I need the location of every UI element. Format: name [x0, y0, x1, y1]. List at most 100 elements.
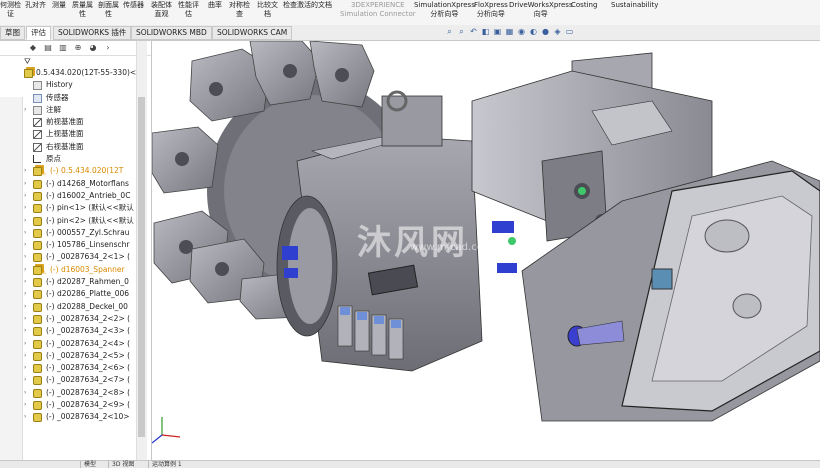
expand-arrow-icon[interactable]: › [24, 411, 26, 423]
tree-item[interactable]: › (-) _00287634_2<1> ( [0, 251, 151, 263]
ribbon-button-2[interactable]: 测量 [52, 1, 66, 10]
graphics-area[interactable]: 沐风网 www.mfcad.com [152, 41, 820, 460]
ribbon-button-7[interactable]: 性能评 估 [178, 1, 199, 19]
tree-item[interactable]: 上视基准面 [0, 128, 151, 140]
tab-sketch[interactable]: 草图 [0, 26, 25, 40]
tree-item[interactable]: › 注解 [0, 104, 151, 116]
tree-item[interactable]: 原点 [0, 153, 151, 165]
part-icon [33, 241, 42, 251]
ribbon-button-simulation-connector[interactable]: 3DEXPERIENCE Simulation Connector [340, 1, 416, 19]
ribbon-button-right-0[interactable]: SimulationXpress 分析向导 [414, 1, 475, 19]
ribbon-button-0[interactable]: 何测检 证 [0, 1, 21, 19]
tree-item[interactable]: › (-) _00287634_2<6> ( [0, 362, 151, 374]
tree-item[interactable]: › (-) d16002_Antrieb_0C [0, 190, 151, 202]
display-manager-tab-icon[interactable]: ◕ [88, 43, 98, 53]
view-settings-icon[interactable]: ▭ [565, 27, 574, 36]
tree-item[interactable]: › (-) _00287634_2<5> ( [0, 350, 151, 362]
display-style-icon[interactable]: ◉ [517, 27, 526, 36]
expand-arrow-icon[interactable]: › [24, 202, 26, 214]
expand-arrow-icon[interactable]: › [24, 338, 26, 350]
ribbon-button-right-1[interactable]: FloXpress 分析向导 [474, 1, 508, 19]
expand-arrow-icon[interactable]: › [24, 325, 26, 337]
tree-item[interactable]: › (-) _00287634_2<7> ( [0, 374, 151, 386]
expand-arrow-icon[interactable]: › [24, 239, 26, 251]
feature-manager-tab-icon[interactable]: ◆ [28, 43, 38, 53]
ribbon-button-right-2[interactable]: DriveWorksXpress 向导 [509, 1, 573, 19]
tree-item[interactable]: › (-) pin<1> (默认<<默认 [0, 202, 151, 214]
expand-arrow-icon[interactable]: › [24, 251, 26, 263]
expand-arrow-icon[interactable]: › [24, 313, 26, 325]
expand-arrow-icon[interactable]: › [24, 178, 26, 190]
tree-item[interactable]: 传感器 [0, 92, 151, 104]
tree-root[interactable]: 0.5.434.020(12T-55-330)< [0, 67, 151, 79]
tree-item[interactable]: History [0, 79, 151, 91]
tree-item[interactable]: › ⚠ (-) 0.5.434.020(12T [0, 165, 151, 177]
expand-arrow-icon[interactable]: › [24, 190, 26, 202]
tab-solidworks-cam[interactable]: SOLIDWORKS CAM [212, 26, 293, 40]
tree-item[interactable]: › (-) _00287634_2<9> ( [0, 399, 151, 411]
tree-item[interactable]: › (-) d20288_Deckel_00 [0, 301, 151, 313]
ribbon-button-11[interactable]: 检查激活的文档 [283, 1, 332, 10]
view-orientation-icon[interactable]: ▦ [505, 27, 514, 36]
property-manager-tab-icon[interactable]: ▤ [43, 43, 53, 53]
expand-arrow-icon[interactable]: › [24, 350, 26, 362]
annotation-icon [33, 105, 42, 115]
expand-arrow-icon[interactable]: › [24, 387, 26, 399]
part-icon [33, 228, 42, 238]
expand-arrow-icon[interactable]: › [24, 399, 26, 411]
expand-arrow-icon[interactable]: › [24, 374, 26, 386]
scenes-icon[interactable]: ◈ [553, 27, 562, 36]
tree-item[interactable]: › (-) d20286_Platte_006 [0, 288, 151, 300]
tree-item-label: (-) _00287634_2<8> ( [46, 387, 131, 397]
tree-item[interactable]: › (-) d20287_Rahmen_0 [0, 276, 151, 288]
tree-item[interactable]: › (-) _00287634_2<4> ( [0, 338, 151, 350]
expand-arrow-icon[interactable]: › [24, 104, 26, 116]
tree-item[interactable]: › (-) 000557_Zyl.Schrau [0, 227, 151, 239]
ribbon-button-6[interactable]: 装配体 直观 [151, 1, 172, 19]
tree-item[interactable]: › (-) _00287634_2<2> ( [0, 313, 151, 325]
tree-item[interactable]: › (-) pin<2> (默认<<默认 [0, 215, 151, 227]
dim-expert-tab-icon[interactable]: ⊕ [73, 43, 83, 53]
configuration-manager-tab-icon[interactable]: ▥ [58, 43, 68, 53]
tree-item[interactable]: › (-) _00287634_2<3> ( [0, 325, 151, 337]
expand-arrow-icon[interactable]: › [24, 288, 26, 300]
section-view-icon[interactable]: ◧ [481, 27, 490, 36]
ribbon-button-right-3[interactable]: Costing [571, 1, 597, 10]
ribbon-button-3[interactable]: 质量属 性 [72, 1, 93, 19]
tree-item[interactable]: › (-) 105786_Linsenschr [0, 239, 151, 251]
tree-item[interactable]: › (-) d14268_Motorflans [0, 178, 151, 190]
tab-solidworks-addins[interactable]: SOLIDWORKS 插件 [53, 26, 132, 40]
ribbon-button-9[interactable]: 对称检 查 [229, 1, 250, 19]
panel-next-arrow-icon[interactable]: › [103, 43, 113, 53]
expand-arrow-icon[interactable]: › [24, 227, 26, 239]
tree-item[interactable]: 右视基准面 [0, 141, 151, 153]
ribbon-button-8[interactable]: 曲率 [208, 1, 222, 10]
tree-scrollbar[interactable] [136, 41, 147, 460]
dynamic-annotation-icon[interactable]: ▣ [493, 27, 502, 36]
tree-item[interactable]: › ⚠ (-) d16003_Spanner [0, 264, 151, 276]
expand-arrow-icon[interactable]: › [24, 264, 26, 276]
zoom-area-icon[interactable]: ⌕ [457, 27, 466, 36]
hide-show-icon[interactable]: ◐ [529, 27, 538, 36]
ribbon-button-1[interactable]: 孔对齐 [25, 1, 46, 10]
previous-view-icon[interactable]: ↶ [469, 27, 478, 36]
tree-item[interactable]: › (-) _00287634_2<8> ( [0, 387, 151, 399]
edit-appearance-icon[interactable]: ● [541, 27, 550, 36]
expand-arrow-icon[interactable]: › [24, 215, 26, 227]
expand-arrow-icon[interactable]: › [24, 276, 26, 288]
tree-scrollbar-thumb[interactable] [138, 97, 145, 437]
tab-solidworks-mbd[interactable]: SOLIDWORKS MBD [131, 26, 212, 40]
ribbon-button-10[interactable]: 比较文 档 [257, 1, 278, 19]
tab-evaluate[interactable]: 评估 [26, 26, 51, 40]
expand-arrow-icon[interactable]: › [24, 301, 26, 313]
filter-icon[interactable]: ⛛ [24, 57, 31, 66]
ribbon-button-right-4[interactable]: Sustainability [611, 1, 658, 10]
ribbon-button-5[interactable]: 传感器 [123, 1, 144, 10]
tree-filter[interactable]: ⛛ [0, 56, 151, 67]
ribbon-button-4[interactable]: 剖面属 性 [98, 1, 119, 19]
expand-arrow-icon[interactable]: › [24, 362, 26, 374]
tree-item[interactable]: 前视基准面 [0, 116, 151, 128]
tree-item[interactable]: › (-) _00287634_2<10> [0, 411, 151, 423]
zoom-to-fit-icon[interactable]: ⌕ [445, 27, 454, 36]
expand-arrow-icon[interactable]: › [24, 165, 26, 177]
